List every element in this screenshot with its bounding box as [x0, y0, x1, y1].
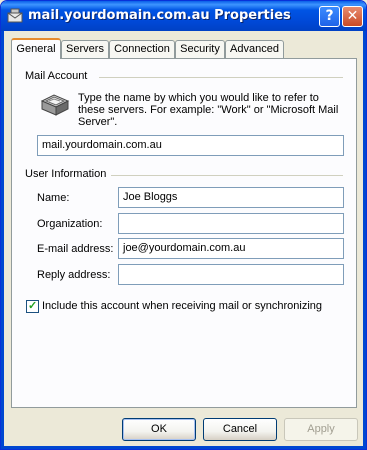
mail-account-group-label: Mail Account	[25, 70, 88, 82]
title-bar[interactable]: mail.yourdomain.com.au Properties ? ✕	[1, 1, 366, 31]
apply-button[interactable]: Apply	[284, 418, 358, 441]
organization-label: Organization:	[37, 218, 103, 230]
mail-account-divider	[99, 77, 343, 78]
general-tab-panel: Mail Account Type the name by which you …	[11, 58, 357, 408]
mail-account-description: Type the name by which you would like to…	[78, 92, 339, 128]
mail-server-icon	[40, 94, 70, 116]
window-title: mail.yourdomain.com.au Properties	[28, 8, 291, 23]
email-label: E-mail address:	[37, 243, 114, 255]
tab-advanced[interactable]: Advanced	[225, 40, 284, 58]
reply-address-label: Reply address:	[37, 269, 111, 281]
properties-window: mail.yourdomain.com.au Properties ? ✕ Ge…	[0, 0, 367, 450]
name-input[interactable]: Joe Bloggs	[118, 187, 344, 208]
window-frame-bottom	[1, 446, 366, 449]
account-name-input[interactable]: mail.yourdomain.com.au	[37, 135, 344, 156]
mail-server-icon	[7, 8, 23, 23]
name-label: Name:	[37, 192, 70, 204]
ok-button[interactable]: OK	[122, 418, 196, 441]
tab-servers[interactable]: Servers	[61, 40, 109, 58]
checkmark-icon: ✓	[28, 300, 38, 312]
include-account-label[interactable]: Include this account when receiving mail…	[42, 300, 322, 312]
tab-security[interactable]: Security	[175, 40, 225, 58]
organization-input[interactable]	[118, 213, 344, 234]
cancel-button[interactable]: Cancel	[203, 418, 277, 441]
tab-connection[interactable]: Connection	[109, 40, 175, 58]
user-information-group-label: User Information	[25, 168, 107, 180]
window-frame-left	[1, 31, 4, 449]
include-account-checkbox[interactable]: ✓	[26, 300, 39, 313]
help-button[interactable]: ?	[319, 6, 340, 27]
tab-general[interactable]: General	[11, 38, 61, 59]
close-button[interactable]: ✕	[342, 6, 363, 27]
user-information-divider	[111, 175, 343, 176]
reply-address-input[interactable]	[118, 264, 344, 285]
email-input[interactable]: joe@yourdomain.com.au	[118, 238, 344, 259]
window-frame-right	[363, 31, 366, 449]
